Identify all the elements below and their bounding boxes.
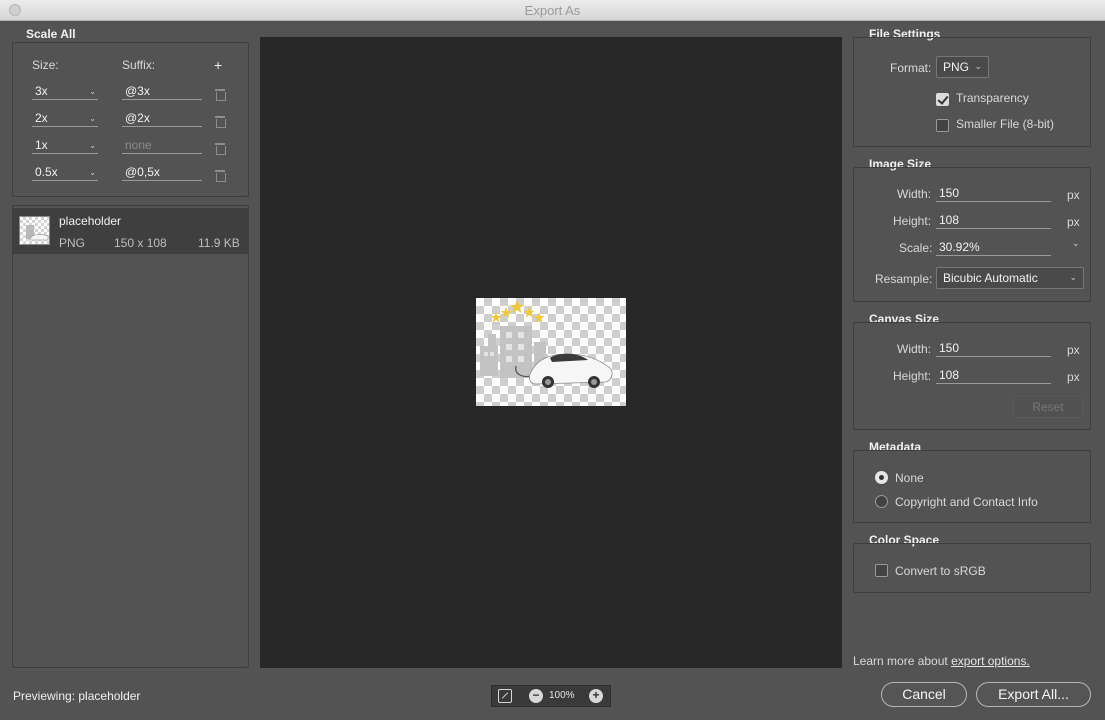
scale-suffix-input-2[interactable]: @2x — [122, 111, 202, 127]
resample-label: Resample: — [875, 272, 933, 286]
canvas-width-unit: px — [1067, 343, 1080, 357]
reset-button[interactable]: Reset — [1013, 396, 1083, 418]
transparency-label: Transparency — [956, 91, 1029, 105]
canvas-height-input[interactable]: 108 — [936, 368, 1051, 384]
image-scale-label: Scale: — [899, 241, 933, 255]
trash-icon[interactable] — [215, 170, 226, 182]
scale-suffix-input-3[interactable]: none — [122, 138, 202, 154]
smaller-file-checkbox[interactable] — [936, 119, 949, 132]
format-label: Format: — [890, 61, 932, 75]
chevron-down-icon: ⌄ — [89, 114, 96, 123]
convert-srgb-checkbox[interactable] — [875, 564, 888, 577]
scale-size-select-3[interactable]: 1x ⌄ — [32, 138, 98, 154]
metadata-group — [853, 450, 1091, 523]
metadata-none-label: None — [895, 471, 924, 485]
canvas-height-label: Height: — [893, 369, 932, 383]
asset-filesize: 11.9 KB — [198, 236, 240, 250]
trash-icon[interactable] — [215, 143, 226, 155]
chevron-down-icon: ⌄ — [974, 61, 982, 71]
size-column-label: Size: — [32, 58, 59, 72]
previewing-status: Previewing: placeholder — [13, 689, 141, 703]
export-options-link[interactable]: export options. — [951, 654, 1030, 668]
metadata-copyright-radio[interactable] — [875, 495, 888, 508]
preview-image — [476, 298, 626, 406]
chevron-down-icon: ⌄ — [89, 141, 96, 150]
image-height-unit: px — [1067, 215, 1080, 229]
chevron-down-icon: ⌄ — [89, 87, 96, 96]
asset-list-item[interactable]: placeholder PNG 150 x 108 11.9 KB — [12, 208, 248, 254]
canvas-width-input[interactable]: 150 — [936, 341, 1051, 357]
image-height-label: Height: — [893, 214, 932, 228]
scale-suffix-input-4[interactable]: @0,5x — [122, 165, 202, 181]
image-height-input[interactable]: 108 — [936, 213, 1051, 229]
suffix-column-label: Suffix: — [122, 58, 156, 72]
metadata-copyright-label: Copyright and Contact Info — [895, 495, 1038, 509]
image-scale-input[interactable]: 30.92% — [936, 240, 1051, 256]
scale-size-select-2[interactable]: 2x ⌄ — [32, 111, 98, 127]
zoom-level: 100% — [549, 690, 575, 701]
canvas-height-unit: px — [1067, 370, 1080, 384]
scale-suffix-input-1[interactable]: @3x — [122, 84, 202, 100]
chevron-down-icon: ⌄ — [1069, 272, 1077, 282]
add-scale-button[interactable]: + — [214, 57, 222, 73]
asset-thumbnail — [19, 216, 50, 245]
image-width-unit: px — [1067, 188, 1080, 202]
zoom-controls: − 100% + — [491, 685, 611, 707]
format-select[interactable]: PNG ⌄ — [936, 56, 989, 78]
trash-icon[interactable] — [215, 89, 226, 101]
scale-all-title: Scale All — [26, 27, 76, 41]
chevron-down-icon[interactable]: ⌄ — [1072, 238, 1080, 249]
scale-size-select-4[interactable]: 0.5x ⌄ — [32, 165, 98, 181]
convert-srgb-label: Convert to sRGB — [895, 564, 986, 578]
fit-to-screen-icon[interactable] — [498, 689, 512, 703]
scale-size-select-1[interactable]: 3x ⌄ — [32, 84, 98, 100]
image-width-label: Width: — [897, 187, 932, 201]
window-title: Export As — [524, 3, 581, 18]
export-all-button[interactable]: Export All... — [976, 682, 1091, 707]
zoom-in-icon[interactable]: + — [589, 689, 603, 703]
canvas-width-label: Width: — [897, 342, 932, 356]
learn-more-text: Learn more about export options. — [853, 654, 1030, 668]
metadata-none-radio[interactable] — [875, 471, 888, 484]
smaller-file-label: Smaller File (8-bit) — [956, 117, 1055, 131]
asset-format: PNG — [59, 236, 86, 250]
asset-list — [12, 205, 249, 668]
trash-icon[interactable] — [215, 116, 226, 128]
transparency-checkbox[interactable] — [936, 93, 949, 106]
asset-name: placeholder — [59, 214, 122, 228]
zoom-out-icon[interactable]: − — [529, 689, 543, 703]
image-width-input[interactable]: 150 — [936, 186, 1051, 202]
cancel-button[interactable]: Cancel — [881, 682, 967, 707]
resample-select[interactable]: Bicubic Automatic ⌄ — [936, 267, 1084, 289]
asset-dimensions: 150 x 108 — [114, 236, 167, 250]
window-titlebar: Export As — [0, 0, 1105, 21]
chevron-down-icon: ⌄ — [89, 168, 96, 177]
